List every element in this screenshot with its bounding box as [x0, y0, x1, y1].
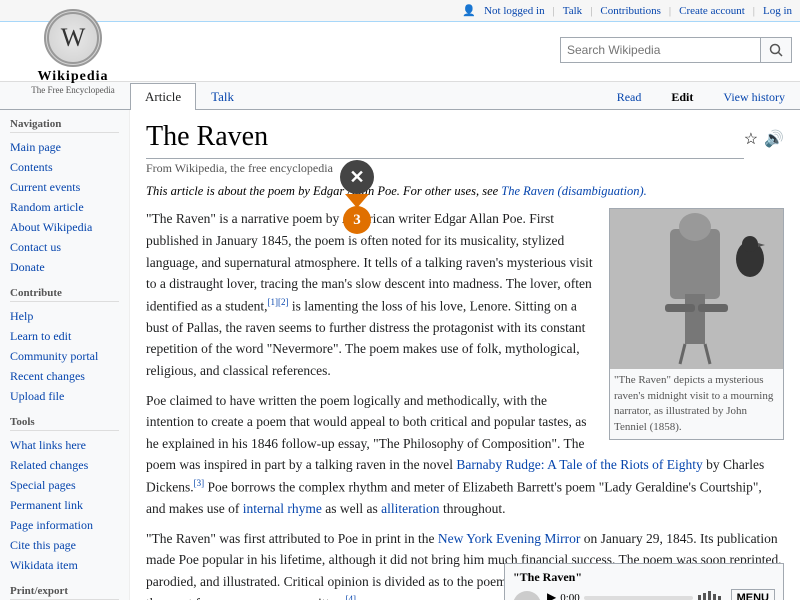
raven-svg — [610, 209, 783, 369]
sidebar-navigation: Navigation Main page Contents Current ev… — [10, 118, 119, 277]
search-icon — [769, 43, 783, 57]
wikipedia-wordmark: Wikipedia — [38, 69, 109, 85]
internal-rhyme-link[interactable]: internal rhyme — [243, 501, 322, 516]
barnaby-rudge-link[interactable]: Barnaby Rudge: A Tale of the Riots of Ei… — [456, 457, 702, 472]
sidebar: Navigation Main page Contents Current ev… — [0, 110, 130, 600]
sidebar-item-related-changes[interactable]: Related changes — [10, 455, 119, 475]
sidebar-navigation-title: Navigation — [10, 118, 119, 133]
sidebar-item-cite-this-page[interactable]: Cite this page — [10, 535, 119, 555]
audio-play-icon — [516, 594, 538, 600]
log-in-link[interactable]: Log in — [763, 5, 792, 17]
sidebar-tools: Tools What links here Related changes Sp… — [10, 416, 119, 575]
ny-evening-mirror-link[interactable]: New York Evening Mirror — [438, 531, 581, 546]
sidebar-contribute-title: Contribute — [10, 287, 119, 302]
raven-illustration — [610, 209, 783, 369]
speaker-icon[interactable]: 🔊 — [764, 129, 784, 149]
play-button[interactable]: ▶ — [547, 590, 556, 600]
talk-link[interactable]: Talk — [563, 5, 582, 17]
sidebar-item-help[interactable]: Help — [10, 306, 119, 326]
logo-area: W Wikipedia The Free Encyclopedia — [8, 9, 138, 95]
main-layout: Navigation Main page Contents Current ev… — [0, 110, 800, 600]
sidebar-item-page-information[interactable]: Page information — [10, 515, 119, 535]
italic-notice: This article is about the poem by Edgar … — [146, 182, 784, 201]
search-button[interactable] — [760, 37, 792, 63]
sidebar-item-community-portal[interactable]: Community portal — [10, 346, 119, 366]
tooltip-badge: 3 — [343, 206, 371, 234]
logo-subtext: The Free Encyclopedia — [31, 85, 114, 95]
ref-3: [3] — [194, 478, 205, 488]
sidebar-item-upload-file[interactable]: Upload file — [10, 386, 119, 406]
sidebar-item-about-wikipedia[interactable]: About Wikipedia — [10, 217, 119, 237]
create-account-link[interactable]: Create account — [679, 5, 745, 17]
sidebar-item-random-article[interactable]: Random article — [10, 197, 119, 217]
audio-waveform-icon — [513, 591, 541, 600]
sidebar-contribute: Contribute Help Learn to edit Community … — [10, 287, 119, 406]
tooltip-overlay: ✕ 3 — [340, 160, 374, 234]
sidebar-item-donate[interactable]: Donate — [10, 257, 119, 277]
sidebar-item-learn-to-edit[interactable]: Learn to edit — [10, 326, 119, 346]
content-area: ✕ 3 The Raven ☆ 🔊 From Wikipedia, the fr… — [130, 110, 800, 600]
audio-progress-bar[interactable] — [584, 596, 693, 600]
sidebar-item-current-events[interactable]: Current events — [10, 177, 119, 197]
star-icon[interactable]: ☆ — [744, 129, 758, 149]
sidebar-item-special-pages[interactable]: Special pages — [10, 475, 119, 495]
alliteration-link[interactable]: alliteration — [381, 501, 439, 516]
close-icon: ✕ — [349, 167, 364, 188]
tab-edit[interactable]: Edit — [656, 84, 708, 110]
tab-read[interactable]: Read — [602, 84, 657, 110]
search-bar — [138, 37, 792, 63]
audio-title: "The Raven" — [513, 570, 775, 585]
article-image-float: "The Raven" depicts a mysterious raven's… — [609, 208, 784, 440]
sidebar-item-contact-us[interactable]: Contact us — [10, 237, 119, 257]
not-logged-in-link[interactable]: Not logged in — [484, 5, 545, 17]
header: W Wikipedia The Free Encyclopedia — [0, 22, 800, 82]
sidebar-item-wikidata-item[interactable]: Wikidata item — [10, 555, 119, 575]
sidebar-item-permanent-link[interactable]: Permanent link — [10, 495, 119, 515]
image-caption: "The Raven" depicts a mysterious raven's… — [610, 369, 783, 439]
page-title: The Raven — [146, 120, 744, 159]
disambiguation-link[interactable]: The Raven (disambiguation) — [501, 184, 643, 198]
audio-progress-area: ▶ 0:00 MENU Audio 7min 12s — [547, 589, 775, 600]
wikipedia-logo-svg: W — [47, 12, 99, 64]
contributions-link[interactable]: Contributions — [600, 5, 661, 17]
audio-box: "The Raven" ▶ 0:00 — [504, 563, 784, 600]
logo-image: W — [44, 9, 102, 67]
sidebar-item-what-links-here[interactable]: What links here — [10, 435, 119, 455]
audio-time: 0:00 — [560, 592, 580, 600]
page-title-row: The Raven ☆ 🔊 — [146, 120, 784, 159]
ref-4: [4] — [345, 594, 356, 600]
tab-view-history[interactable]: View history — [708, 84, 800, 110]
sidebar-item-recent-changes[interactable]: Recent changes — [10, 366, 119, 386]
user-icon: 👤 — [462, 4, 476, 17]
sidebar-print: Print/export Download as PDF Printable v… — [10, 585, 119, 600]
title-icons: ☆ 🔊 — [744, 129, 784, 149]
header-right — [138, 37, 792, 67]
tabs-right: Read Edit View history — [602, 83, 800, 109]
audio-menu-button[interactable]: MENU — [731, 589, 775, 600]
sidebar-print-title: Print/export — [10, 585, 119, 600]
from-wiki-text: From Wikipedia, the free encyclopedia — [146, 161, 784, 176]
svg-text:W: W — [61, 23, 86, 52]
ref-1-2: [1][2] — [267, 297, 288, 307]
volume-icon — [697, 591, 727, 600]
sidebar-item-main-page[interactable]: Main page — [10, 137, 119, 157]
tab-talk[interactable]: Talk — [196, 83, 249, 110]
tab-article[interactable]: Article — [130, 83, 196, 110]
audio-controls: ▶ 0:00 MENU Audio 7min 12s — [513, 589, 775, 600]
sidebar-tools-title: Tools — [10, 416, 119, 431]
sidebar-item-contents[interactable]: Contents — [10, 157, 119, 177]
tooltip-close-button[interactable]: ✕ — [340, 160, 374, 194]
search-input[interactable] — [560, 37, 760, 63]
